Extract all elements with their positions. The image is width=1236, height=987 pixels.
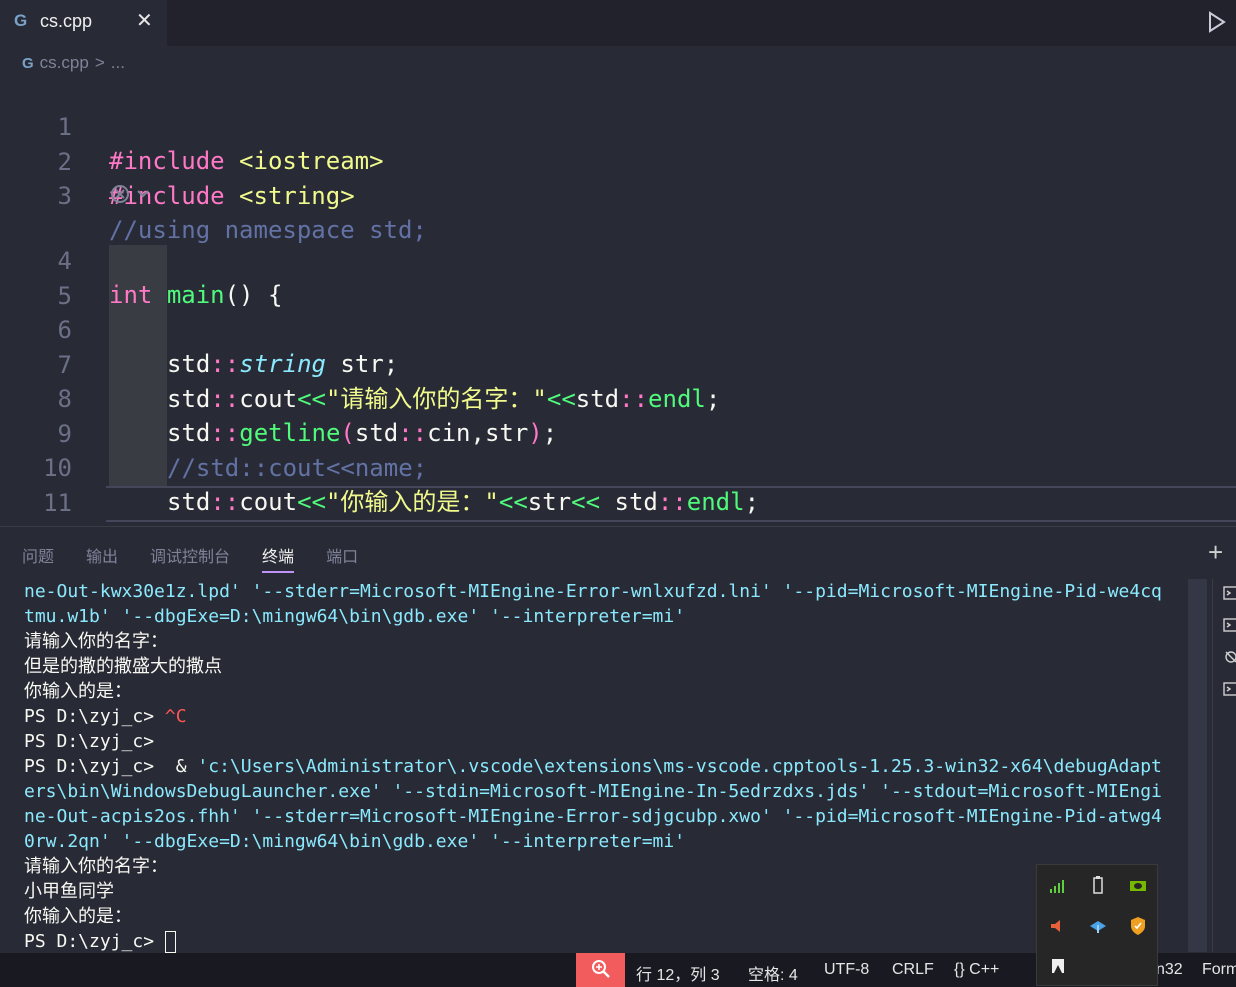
terminal-line: 请输入你的名字： [24,856,168,877]
terminal-line: 小甲鱼同学 [24,881,114,902]
formatter[interactable]: Form [1202,961,1236,979]
breadcrumb-more[interactable]: ... [111,53,125,73]
code-line: 1 #include <iostream> [0,76,1236,175]
code-line: 3 //using namespace std; [0,145,1236,244]
tab-cs-cpp[interactable]: G cs.cpp ✕ [0,0,167,46]
zoom-icon[interactable] [576,953,625,987]
terminal-line: PS D:\zyj_c> ^C [24,706,187,727]
tab-ports[interactable]: 端口 [326,543,358,573]
cpp-file-icon: G [14,11,28,30]
editor-tab-bar: G cs.cpp ✕ [0,0,1236,46]
terminal-line: PS D:\zyj_c> [24,731,155,752]
code-line: 11 [0,452,1236,517]
code-line: 10 std::cout<<"你输入的是："<<str<< std::endl; [0,417,1236,516]
usb-drive-icon[interactable] [1087,875,1109,897]
encoding[interactable]: UTF-8 [824,961,869,979]
close-icon[interactable]: ✕ [136,8,153,33]
terminal-icon[interactable] [1223,585,1236,601]
code-line: 5 [0,245,1236,310]
tab-terminal[interactable]: 终端 [262,543,295,573]
code-line: 4 int main() { [0,210,1236,309]
code-editor[interactable]: 1 #include <iostream> 2 #include <string… [0,76,1236,586]
terminal-line: 0rw.2qn' '--dbgExe=D:\mingw64\bin\gdb.ex… [24,831,686,852]
copilot-codelens[interactable] [109,181,149,209]
network-share-icon[interactable] [1087,915,1109,937]
system-tray-overflow [1036,864,1158,986]
terminal-line: 你输入的是： [24,906,132,927]
terminal-icon[interactable] [1223,617,1236,633]
terminal-line: ne-Out-acpis2os.fhh' '--stderr=Microsoft… [24,806,1162,827]
indentation[interactable]: 空格: 4 [748,961,798,985]
code-line: 6 std::string str; [0,279,1236,378]
code-line: 2 #include <string> [0,111,1236,210]
panel-tabs: 问题 输出 调试控制台 终端 端口 [22,543,390,573]
code-line: 7 std::cout<<"请输入你的名字："<<std::endl; [0,314,1236,413]
breadcrumb-file[interactable]: cs.cpp [40,53,89,73]
terminal-line: ers\bin\WindowsDebugLauncher.exe' '--std… [24,781,1162,802]
copilot-icon[interactable] [109,181,149,207]
nvidia-icon[interactable] [1127,875,1149,897]
tab-label: cs.cpp [40,11,93,31]
tab-debug-console[interactable]: 调试控制台 [150,543,230,573]
tab-output[interactable]: 输出 [86,543,118,573]
terminal-line: 请输入你的名字： [24,631,168,652]
terminal-line: PS D:\zyj_c> & 'c:\Users\Administrator\.… [24,756,1162,777]
line-ending[interactable]: CRLF [892,961,934,979]
security-shield-icon[interactable] [1127,915,1149,937]
line-number: 3 [57,182,72,210]
terminal-cursor [164,931,176,953]
taskbar-pin-icon[interactable] [1047,955,1069,977]
terminal-line: PS D:\zyj_c> [24,929,1184,954]
run-icon[interactable] [1206,10,1228,34]
terminal-output[interactable]: ne-Out-kwx30e1z.lpd' '--stderr=Microsoft… [24,579,1184,954]
code-line: 8 std::getline(std::cin,str); [0,348,1236,447]
code-line: 12 } [0,487,1236,586]
terminal-scrollbar[interactable] [1188,579,1207,952]
volume-icon[interactable] [1047,915,1069,937]
cursor-position[interactable]: 行 12，列 3 [636,961,720,985]
breadcrumb: G cs.cpp > ... [22,52,125,74]
add-terminal-icon[interactable]: + [1208,537,1223,568]
cpp-file-icon: G [22,54,34,72]
terminal-icon[interactable] [1223,681,1236,697]
platform-config[interactable]: n32 [1156,961,1183,979]
terminal-line: ne-Out-kwx30e1z.lpd' '--stderr=Microsoft… [24,581,1162,602]
terminal-list [1212,579,1236,952]
debug-icon[interactable] [1223,649,1236,665]
language-mode[interactable]: {} C++ [954,961,999,979]
signal-icon[interactable] [1047,875,1069,897]
tab-problems[interactable]: 问题 [22,543,54,573]
terminal-line: tmu.w1b' '--dbgExe=D:\mingw64\bin\gdb.ex… [24,606,686,627]
chevron-right-icon: > [94,53,105,72]
code-line: 9 //std::cout<<name; [0,383,1236,482]
terminal-line: 你输入的是： [24,681,132,702]
terminal-line: 但是的撒的撒盛大的撒点 [24,656,222,677]
